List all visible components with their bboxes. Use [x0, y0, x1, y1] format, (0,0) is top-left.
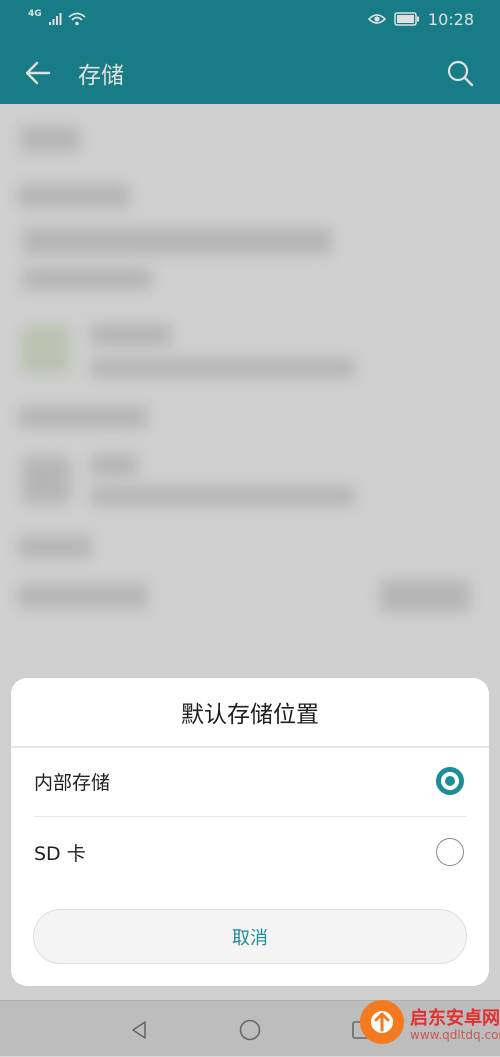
option-label: 内部存储	[34, 771, 111, 794]
watermark: 启东安卓网 www.qdltdq.com	[350, 990, 500, 1056]
option-internal-storage[interactable]: 内部存储	[11, 746, 489, 816]
radio-unselected-icon[interactable]	[436, 838, 464, 866]
watermark-logo-icon	[360, 1000, 404, 1044]
storage-location-dialog: 默认存储位置 内部存储 SD 卡 取消	[11, 678, 489, 986]
option-label: SD 卡	[34, 842, 86, 865]
option-sd-card[interactable]: SD 卡	[11, 817, 489, 887]
watermark-name: 启东安卓网	[410, 1008, 500, 1029]
radio-selected-icon[interactable]	[436, 767, 464, 795]
watermark-url: www.qdltdq.com	[410, 1028, 500, 1042]
dialog-title: 默认存储位置	[11, 678, 489, 748]
cancel-button[interactable]: 取消	[33, 909, 467, 964]
